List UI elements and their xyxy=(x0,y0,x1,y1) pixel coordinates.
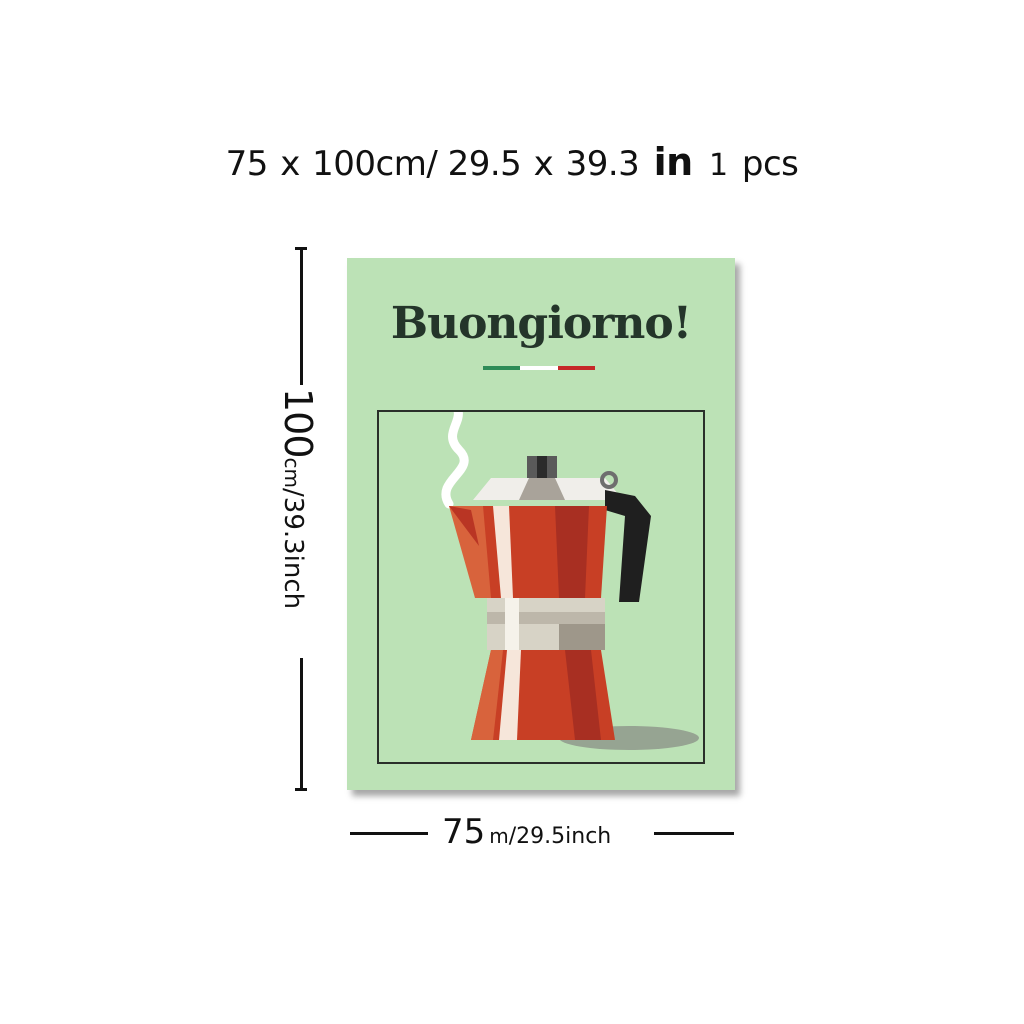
vertical-dimension-line-bottom xyxy=(300,658,303,790)
flag-green xyxy=(483,366,521,370)
headline-pcs-number: 1 xyxy=(708,148,728,183)
vertical-dimension-inch: /39.3inch xyxy=(278,488,308,610)
headline-times-1: x xyxy=(280,144,300,184)
flag-red xyxy=(557,366,595,370)
vertical-dimension-number: 100 xyxy=(276,388,320,458)
poster-frame xyxy=(377,410,705,764)
horizontal-dimension-unit: m xyxy=(489,824,509,848)
vertical-dimension-bottom-cap xyxy=(295,788,307,791)
italian-flag-stripe xyxy=(483,366,595,370)
steam-icon xyxy=(441,412,469,509)
vertical-dimension-line-top xyxy=(300,247,303,385)
poster-title: Buongiorno! xyxy=(390,298,692,349)
vertical-dimension-unit: cm xyxy=(280,457,304,489)
poster: Buongiorno! xyxy=(347,258,735,790)
headline-height-cm: 100cm/ xyxy=(312,144,438,184)
flag-white xyxy=(520,366,558,370)
headline-width-cm: 75 xyxy=(225,144,269,184)
headline-times-2: x xyxy=(533,144,554,184)
horizontal-dimension-label: 75 m/29.5inch xyxy=(442,812,611,852)
horizontal-dimension-line-left xyxy=(350,832,428,835)
size-headline: 75 x 100cm/ 29.5 x 39.3 in 1 pcs xyxy=(0,140,1024,190)
headline-height-in: 39.3 xyxy=(565,144,640,184)
horizontal-dimension-inch: /29.5inch xyxy=(508,824,612,849)
headline-width-in: 29.5 xyxy=(447,144,522,184)
horizontal-dimension-number: 75 xyxy=(442,812,486,852)
headline-in-label: in xyxy=(653,140,694,184)
moka-pot-illustration xyxy=(441,412,699,750)
handle xyxy=(605,490,651,602)
horizontal-dimension-line-right xyxy=(654,832,734,835)
headline-pcs-word: pcs xyxy=(741,144,799,184)
